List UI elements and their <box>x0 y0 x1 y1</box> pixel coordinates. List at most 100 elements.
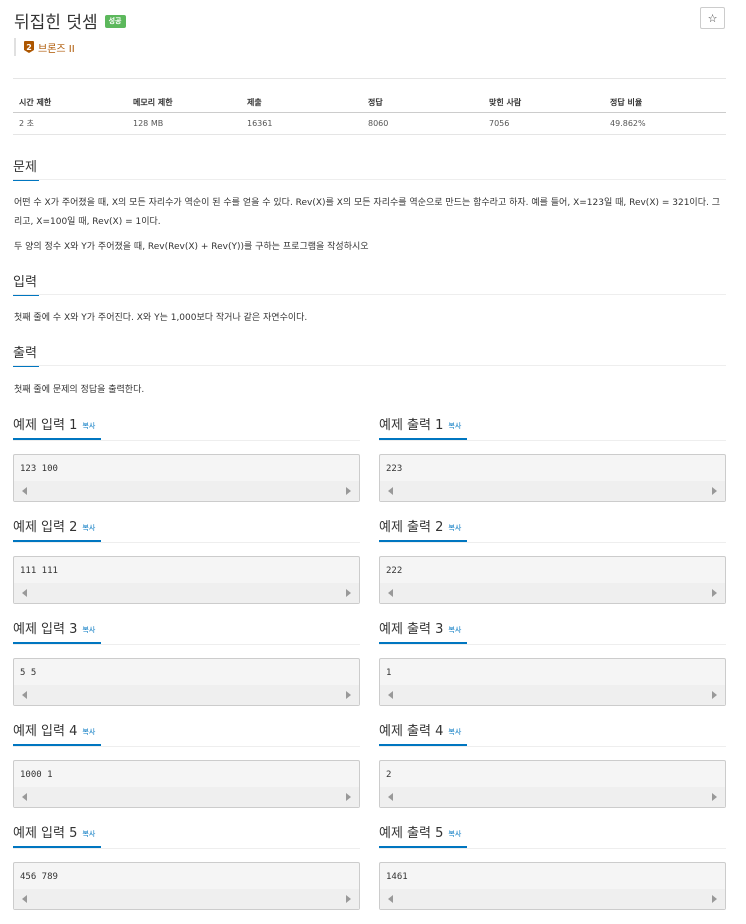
favorite-star-button[interactable]: ☆ <box>700 7 725 29</box>
sample-input-title: 예제 입력 3 <box>13 622 78 637</box>
scroll-right-arrow-icon[interactable] <box>712 793 717 801</box>
header-accepted: 정답 <box>362 94 483 113</box>
scroll-left-arrow-icon[interactable] <box>388 487 393 495</box>
sample-output-code[interactable]: 1461 <box>386 872 408 882</box>
horizontal-scrollbar[interactable] <box>14 889 359 909</box>
sample-output-box-5[interactable]: 1461 <box>379 862 726 910</box>
scroll-left-arrow-icon[interactable] <box>388 691 393 699</box>
copy-button[interactable]: 복사 <box>448 728 461 736</box>
sample-input-heading-1: 예제 입력 1 복사 <box>13 414 101 440</box>
copy-button[interactable]: 복사 <box>448 524 461 532</box>
tier-icon: 2 <box>24 41 34 53</box>
description-heading: 문제 <box>13 156 39 181</box>
copy-button[interactable]: 복사 <box>82 830 95 838</box>
scroll-left-arrow-icon[interactable] <box>388 895 393 903</box>
sample-input-box-3[interactable]: 5 5 <box>13 658 360 706</box>
sample-output-code[interactable]: 222 <box>386 566 402 576</box>
scroll-left-arrow-icon[interactable] <box>22 589 27 597</box>
sample-output-code[interactable]: 1 <box>386 668 391 678</box>
horizontal-scrollbar[interactable] <box>14 481 359 501</box>
sample-output-box-2[interactable]: 222 <box>379 556 726 604</box>
output-description: 첫째 줄에 문제의 정답을 출력한다. <box>14 385 145 395</box>
scroll-right-arrow-icon[interactable] <box>712 487 717 495</box>
horizontal-scrollbar[interactable] <box>380 889 725 909</box>
copy-button[interactable]: 복사 <box>448 626 461 634</box>
input-heading: 입력 <box>13 271 39 296</box>
copy-button[interactable]: 복사 <box>82 524 95 532</box>
scroll-left-arrow-icon[interactable] <box>22 895 27 903</box>
scroll-right-arrow-icon[interactable] <box>712 895 717 903</box>
tier-label[interactable]: 브론즈 II <box>38 40 75 55</box>
value-solved-users[interactable]: 7056 <box>483 112 604 135</box>
copy-button[interactable]: 복사 <box>82 728 95 736</box>
section-divider <box>379 848 726 849</box>
sample-output-box-3[interactable]: 1 <box>379 658 726 706</box>
section-divider <box>379 440 726 441</box>
header-memory-limit: 메모리 제한 <box>127 94 241 113</box>
copy-button[interactable]: 복사 <box>448 422 461 430</box>
sample-input-code[interactable]: 456 789 <box>20 872 58 882</box>
sample-output-title: 예제 출력 3 <box>379 622 444 637</box>
scroll-left-arrow-icon[interactable] <box>22 691 27 699</box>
input-description: 첫째 줄에 수 X와 Y가 주어진다. X와 Y는 1,000보다 작거나 같은… <box>14 313 308 323</box>
header-solved-users: 맞힌 사람 <box>483 94 604 113</box>
sample-input-title: 예제 입력 4 <box>13 724 78 739</box>
sample-input-box-4[interactable]: 1000 1 <box>13 760 360 808</box>
sample-input-heading-4: 예제 입력 4 복사 <box>13 720 101 746</box>
sample-output-code[interactable]: 2 <box>386 770 391 780</box>
sample-input-box-2[interactable]: 111 111 <box>13 556 360 604</box>
sample-input-box-5[interactable]: 456 789 <box>13 862 360 910</box>
horizontal-scrollbar[interactable] <box>380 481 725 501</box>
sample-output-code[interactable]: 223 <box>386 464 402 474</box>
scroll-left-arrow-icon[interactable] <box>22 487 27 495</box>
scroll-right-arrow-icon[interactable] <box>346 793 351 801</box>
copy-button[interactable]: 복사 <box>448 830 461 838</box>
sample-output-title: 예제 출력 1 <box>379 418 444 433</box>
scroll-left-arrow-icon[interactable] <box>388 793 393 801</box>
horizontal-scrollbar[interactable] <box>380 787 725 807</box>
sample-input-code[interactable]: 111 111 <box>20 566 58 576</box>
sample-output-title: 예제 출력 5 <box>379 826 444 841</box>
section-divider <box>13 542 360 543</box>
sample-output-box-4[interactable]: 2 <box>379 760 726 808</box>
value-submissions[interactable]: 16361 <box>241 112 362 135</box>
tier-row: 2 브론즈 II <box>14 38 75 56</box>
sample-output-heading-1: 예제 출력 1 복사 <box>379 414 467 440</box>
problem-title-row: 뒤집힌 덧셈 성공 <box>14 8 126 33</box>
horizontal-scrollbar[interactable] <box>380 685 725 705</box>
status-badge: 성공 <box>104 15 126 28</box>
sample-output-box-1[interactable]: 223 <box>379 454 726 502</box>
sample-input-code[interactable]: 123 100 <box>20 464 58 474</box>
sample-input-code[interactable]: 1000 1 <box>20 770 53 780</box>
scroll-right-arrow-icon[interactable] <box>712 691 717 699</box>
info-value-row: 2 초 128 MB 16361 8060 7056 49.862% <box>13 112 726 135</box>
copy-button[interactable]: 복사 <box>82 422 95 430</box>
horizontal-scrollbar[interactable] <box>14 685 359 705</box>
sample-input-code[interactable]: 5 5 <box>20 668 36 678</box>
sample-output-heading-3: 예제 출력 3 복사 <box>379 618 467 644</box>
scroll-left-arrow-icon[interactable] <box>388 589 393 597</box>
sample-input-heading-2: 예제 입력 2 복사 <box>13 516 101 542</box>
scroll-right-arrow-icon[interactable] <box>346 691 351 699</box>
copy-button[interactable]: 복사 <box>82 626 95 634</box>
output-heading-text: 출력 <box>13 346 37 361</box>
section-divider <box>13 644 360 645</box>
header-time-limit: 시간 제한 <box>13 94 127 113</box>
sample-input-title: 예제 입력 5 <box>13 826 78 841</box>
scroll-left-arrow-icon[interactable] <box>22 793 27 801</box>
section-divider <box>379 542 726 543</box>
scroll-right-arrow-icon[interactable] <box>346 487 351 495</box>
value-accept-ratio: 49.862% <box>604 112 726 135</box>
section-divider <box>13 294 726 295</box>
scroll-right-arrow-icon[interactable] <box>712 589 717 597</box>
sample-output-heading-5: 예제 출력 5 복사 <box>379 822 467 848</box>
scroll-right-arrow-icon[interactable] <box>346 589 351 597</box>
horizontal-scrollbar[interactable] <box>14 787 359 807</box>
sample-output-heading-4: 예제 출력 4 복사 <box>379 720 467 746</box>
header-accept-ratio: 정답 비율 <box>604 94 726 113</box>
value-accepted[interactable]: 8060 <box>362 112 483 135</box>
scroll-right-arrow-icon[interactable] <box>346 895 351 903</box>
horizontal-scrollbar[interactable] <box>380 583 725 603</box>
horizontal-scrollbar[interactable] <box>14 583 359 603</box>
sample-input-box-1[interactable]: 123 100 <box>13 454 360 502</box>
